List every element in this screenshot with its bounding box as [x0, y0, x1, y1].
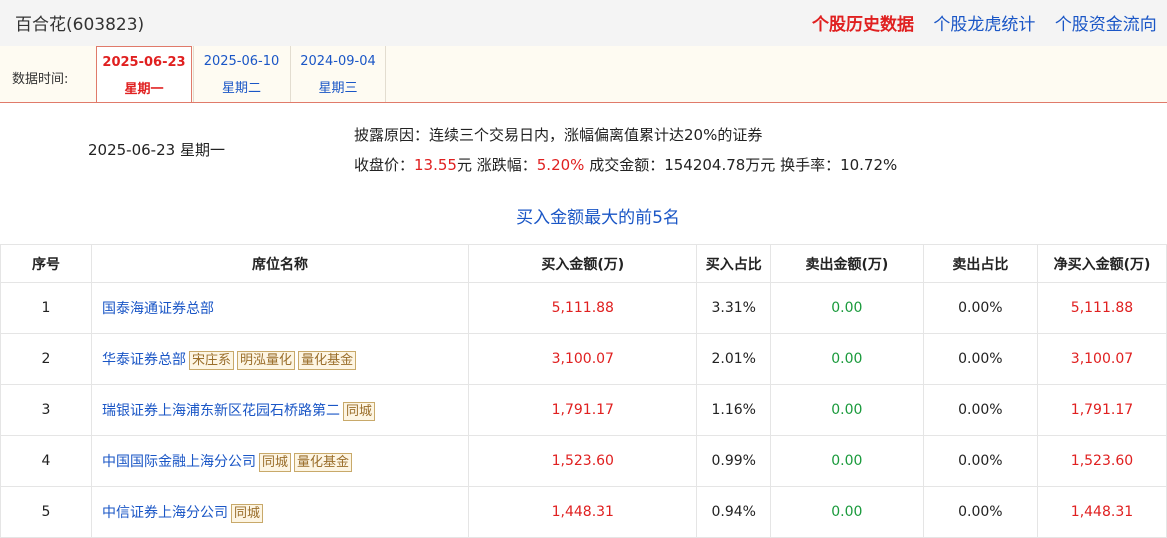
- row-number: 1: [0, 282, 93, 334]
- buy-amount: 1,791.17: [468, 384, 698, 436]
- date-tab-2025-06-10[interactable]: 2025-06-10 星期二: [193, 46, 289, 102]
- col-header-no: 序号: [0, 244, 93, 283]
- buy-amount: 3,100.07: [468, 333, 698, 385]
- date-tab-date: 2025-06-23: [102, 55, 186, 70]
- seat-name-cell: 中信证券上海分公司 同城: [91, 486, 470, 538]
- seat-name-cell: 瑞银证券上海浦东新区花园石桥路第二 同城: [91, 384, 470, 436]
- date-tab-date: 2024-09-04: [300, 54, 376, 69]
- top-bar: 百合花(603823) 个股历史数据 个股龙虎统计 个股资金流向: [0, 0, 1167, 46]
- table-row: 4 中国国际金融上海分公司 同城 量化基金 1,523.60 0.99% 0.00 0.00%…: [0, 435, 1167, 487]
- buy-ratio: 2.01%: [696, 333, 771, 385]
- seat-name-cell: 国泰海通证券总部: [91, 282, 470, 334]
- link-dragon-tiger-stats[interactable]: 个股龙虎统计: [933, 15, 1035, 35]
- date-tab-date: 2025-06-10: [203, 54, 280, 69]
- table-row: 3 瑞银证券上海浦东新区花园石桥路第二 同城 1,791.17 1.16% 0.00 0.0…: [0, 384, 1167, 436]
- buy-ratio: 1.16%: [696, 384, 771, 436]
- seat-tag[interactable]: 宋庄系: [189, 350, 235, 370]
- buy-ratio: 0.99%: [696, 435, 771, 487]
- table-row: 2 华泰证券总部 宋庄系 明泓量化 量化基金 3,100.07 2.01% 0.00 0.00%…: [0, 333, 1167, 385]
- net-buy-amount: 1,448.31: [1036, 486, 1167, 538]
- table-row: 5 中信证券上海分公司 同城 1,448.31 0.94% 0.00 0.00% 1,448.…: [0, 486, 1167, 538]
- sell-amount: 0.00: [769, 384, 924, 436]
- sell-amount: 0.00: [769, 282, 924, 334]
- sell-ratio: 0.00%: [922, 333, 1038, 385]
- net-buy-amount: 1,523.60: [1036, 435, 1167, 487]
- row-number: 5: [0, 486, 93, 538]
- col-header-sell-ratio: 卖出占比: [922, 244, 1038, 283]
- col-header-buy-amount: 买入金额(万): [468, 244, 698, 283]
- seat-name-link[interactable]: 中信证券上海分公司: [102, 505, 228, 521]
- close-label: 收盘价：: [354, 156, 415, 174]
- seat-tag[interactable]: 量化基金: [298, 350, 357, 370]
- change-value: 5.20%: [536, 156, 585, 174]
- stock-title: 百合花(603823): [15, 15, 145, 35]
- buy-amount: 1,523.60: [468, 435, 698, 487]
- table-row: 1 国泰海通证券总部 5,111.88 3.31% 0.00 0.00% 5,111.88: [0, 282, 1167, 334]
- sell-ratio: 0.00%: [922, 435, 1038, 487]
- buy-ratio: 3.31%: [696, 282, 771, 334]
- change-label: 涨跌幅：: [476, 156, 537, 174]
- row-number: 3: [0, 384, 93, 436]
- col-header-sell-amount: 卖出金额(万): [769, 244, 924, 283]
- top-buyers-table: 序号 席位名称 买入金额(万) 买入占比 卖出金额(万) 卖出占比 净买入金额(…: [0, 244, 1167, 538]
- buy-amount: 5,111.88: [468, 282, 698, 334]
- col-header-seat-name: 席位名称: [91, 244, 470, 283]
- net-buy-amount: 3,100.07: [1036, 333, 1167, 385]
- seat-tag[interactable]: 同城: [343, 401, 376, 421]
- date-tab-2025-06-23[interactable]: 2025-06-23 星期一: [96, 46, 192, 103]
- date-tab-weekday: 星期二: [221, 81, 261, 96]
- close-value: 13.55: [414, 156, 457, 174]
- sell-ratio: 0.00%: [922, 282, 1038, 334]
- col-header-buy-ratio: 买入占比: [696, 244, 771, 283]
- date-tab-weekday: 星期三: [318, 81, 358, 96]
- seat-tag[interactable]: 同城: [259, 452, 292, 472]
- summary-date: 2025-06-23 星期一: [88, 141, 225, 159]
- seat-name-link[interactable]: 中国国际金融上海分公司: [102, 454, 256, 470]
- disclosure-reason: 披露原因：连续三个交易日内，涨幅偏离值累计达20%的证券: [354, 126, 763, 144]
- trade-stats: 收盘价：13.55元 涨跌幅：5.20% 成交金额：154204.78万元 换手…: [354, 154, 897, 175]
- top-links: 个股历史数据 个股龙虎统计 个股资金流向: [812, 10, 1167, 35]
- sell-amount: 0.00: [769, 435, 924, 487]
- date-label: 数据时间:: [12, 72, 69, 87]
- date-bar: 数据时间: 2025-06-23 星期一 2025-06-10 星期二 2024…: [0, 46, 1167, 103]
- seat-tag[interactable]: 量化基金: [294, 452, 353, 472]
- buy-ratio: 0.94%: [696, 486, 771, 538]
- seat-name-cell: 中国国际金融上海分公司 同城 量化基金: [91, 435, 470, 487]
- sell-ratio: 0.00%: [922, 486, 1038, 538]
- turnover-text: 成交金额：154204.78万元 换手率：10.72%: [584, 156, 898, 174]
- table-header-row: 序号 席位名称 买入金额(万) 买入占比 卖出金额(万) 卖出占比 净买入金额(…: [0, 244, 1167, 283]
- date-tab-weekday: 星期一: [124, 82, 164, 97]
- col-header-net-buy: 净买入金额(万): [1036, 244, 1167, 283]
- net-buy-amount: 5,111.88: [1036, 282, 1167, 334]
- seat-name-link[interactable]: 国泰海通证券总部: [102, 301, 214, 317]
- seat-tag[interactable]: 明泓量化: [237, 350, 296, 370]
- date-tab-2024-09-04[interactable]: 2024-09-04 星期三: [290, 46, 386, 102]
- link-fund-flow[interactable]: 个股资金流向: [1055, 15, 1157, 35]
- sell-ratio: 0.00%: [922, 384, 1038, 436]
- sell-amount: 0.00: [769, 486, 924, 538]
- seat-name-link[interactable]: 华泰证券总部: [102, 352, 186, 368]
- seat-name-cell: 华泰证券总部 宋庄系 明泓量化 量化基金: [91, 333, 470, 385]
- seat-tag[interactable]: 同城: [231, 503, 264, 523]
- divider: [0, 102, 1167, 103]
- sell-amount: 0.00: [769, 333, 924, 385]
- seat-name-link[interactable]: 瑞银证券上海浦东新区花园石桥路第二: [102, 403, 340, 419]
- section-title: 买入金额最大的前5名: [516, 208, 680, 228]
- row-number: 4: [0, 435, 93, 487]
- net-buy-amount: 1,791.17: [1036, 384, 1167, 436]
- buy-amount: 1,448.31: [468, 486, 698, 538]
- close-unit: 元: [456, 156, 477, 174]
- link-history-data[interactable]: 个股历史数据: [812, 15, 914, 35]
- row-number: 2: [0, 333, 93, 385]
